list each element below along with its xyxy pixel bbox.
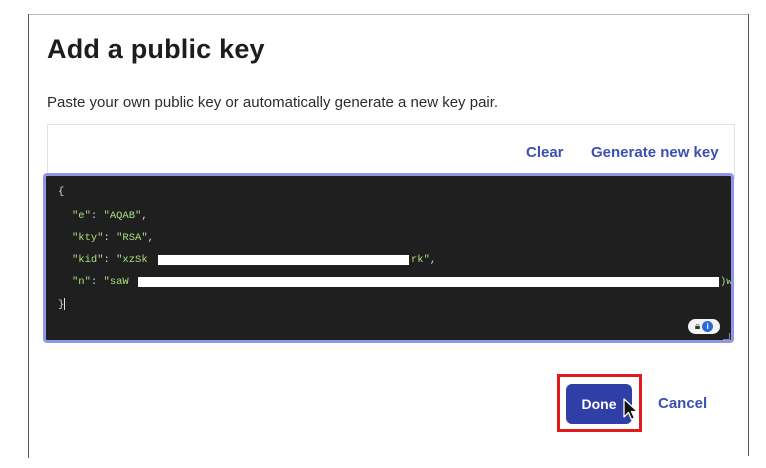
text-cursor — [64, 298, 66, 310]
mouse-pointer-icon — [623, 398, 639, 421]
code-line-n: "n": "saW — [72, 276, 129, 288]
code-line-close-brace: } — [58, 298, 66, 311]
json-key-n: "n" — [72, 276, 91, 288]
dialog-title: Add a public key — [47, 34, 265, 64]
code-line-open-brace: { — [58, 186, 65, 198]
json-value-kid-end: rk" — [411, 254, 430, 266]
resize-handle-icon[interactable] — [723, 333, 730, 340]
password-manager-badge[interactable]: 🔒︎ i — [688, 319, 720, 334]
json-value-n-start: "saW — [103, 276, 129, 288]
json-value-e: "AQAB" — [103, 210, 142, 222]
dialog-top-border — [28, 14, 749, 15]
json-value-kid-start: "xzSk — [116, 254, 148, 266]
dialog-left-border — [28, 14, 29, 458]
json-value-kty: "RSA" — [116, 232, 148, 244]
code-line-kid-end: rk", — [411, 254, 437, 266]
clear-button[interactable]: Clear — [526, 144, 564, 161]
dialog-description: Paste your own public key or automatical… — [47, 94, 499, 111]
code-line-kid: "kid": "xzSk — [72, 254, 148, 266]
generate-new-key-button[interactable]: Generate new key — [591, 144, 719, 161]
json-key-kid: "kid" — [72, 254, 104, 266]
dialog-right-border — [748, 14, 749, 456]
cancel-button[interactable]: Cancel — [658, 395, 707, 412]
code-line-n-end: )w1 — [720, 276, 733, 288]
code-line-kty: "kty": "RSA", — [72, 232, 154, 244]
redaction-bar-kid — [158, 255, 409, 265]
code-line-e: "e": "AQAB", — [72, 210, 148, 222]
json-key-kty: "kty" — [72, 232, 104, 244]
lock-icon: 🔒︎ — [694, 321, 701, 332]
json-key-e: "e" — [72, 210, 91, 222]
password-manager-icon: i — [702, 321, 714, 332]
public-key-editor[interactable]: { "e": "AQAB", "kty": "RSA", "kid": "xzS… — [43, 173, 734, 343]
redaction-bar-n — [138, 277, 719, 287]
